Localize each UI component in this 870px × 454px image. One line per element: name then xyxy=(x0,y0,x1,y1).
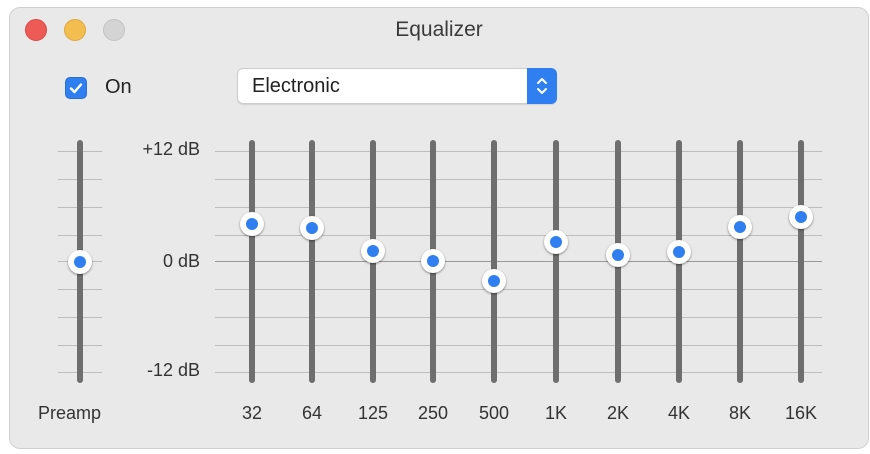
band-slider-16k-knob[interactable] xyxy=(789,205,813,230)
on-checkbox[interactable] xyxy=(65,77,87,99)
band-label-2k: 2K xyxy=(606,403,630,423)
band-slider-250-knob[interactable] xyxy=(421,248,445,273)
band-slider-125-knob[interactable] xyxy=(361,239,385,264)
zero-db-line xyxy=(215,261,822,262)
band-gridline xyxy=(215,289,822,290)
scale-bottom-label: -12 dB xyxy=(146,360,200,380)
preset-select[interactable]: Electronic xyxy=(237,68,557,104)
band-slider-500-knob[interactable] xyxy=(482,268,506,293)
preamp-label: Preamp xyxy=(38,403,102,423)
band-gridline xyxy=(215,151,822,152)
band-slider-8k-track[interactable] xyxy=(737,140,743,383)
band-label-125: 125 xyxy=(357,403,389,423)
band-label-16k: 16K xyxy=(784,403,818,423)
band-slider-32-track[interactable] xyxy=(249,140,255,383)
scale-middle-label: 0 dB xyxy=(162,251,200,271)
on-label[interactable]: On xyxy=(105,76,132,99)
window-title: Equalizer xyxy=(395,18,483,41)
band-label-1k: 1K xyxy=(544,403,568,423)
band-slider-32-knob[interactable] xyxy=(240,211,264,236)
band-label-8k: 8K xyxy=(728,403,752,423)
band-label-32: 32 xyxy=(241,403,263,423)
select-stepper[interactable] xyxy=(527,68,557,104)
scale-top-label: +12 dB xyxy=(142,139,200,159)
band-slider-64-knob[interactable] xyxy=(300,216,324,241)
band-label-500: 500 xyxy=(478,403,510,423)
band-label-250: 250 xyxy=(417,403,449,423)
band-label-4k: 4K xyxy=(667,403,691,423)
band-gridline xyxy=(215,179,822,180)
band-gridline xyxy=(215,317,822,318)
band-slider-1k-knob[interactable] xyxy=(544,230,568,255)
band-gridline xyxy=(215,345,822,346)
band-slider-500-track[interactable] xyxy=(491,140,497,383)
checkmark-icon xyxy=(69,83,83,94)
band-label-64: 64 xyxy=(301,403,323,423)
up-down-chevron-icon xyxy=(537,78,547,94)
band-slider-2k-knob[interactable] xyxy=(606,243,630,268)
band-slider-64-track[interactable] xyxy=(309,140,315,383)
band-gridline xyxy=(215,372,822,373)
preset-value: Electronic xyxy=(252,75,340,97)
band-slider-1k-track[interactable] xyxy=(553,140,559,383)
band-slider-16k-track[interactable] xyxy=(798,140,804,383)
equalizer-window: Equalizer On Electronic +12 dB 0 dB -12 … xyxy=(10,8,868,448)
title-bar: Equalizer xyxy=(10,8,868,52)
band-gridline xyxy=(215,207,822,208)
preamp-slider-knob[interactable] xyxy=(68,249,92,274)
band-slider-8k-knob[interactable] xyxy=(728,214,752,239)
